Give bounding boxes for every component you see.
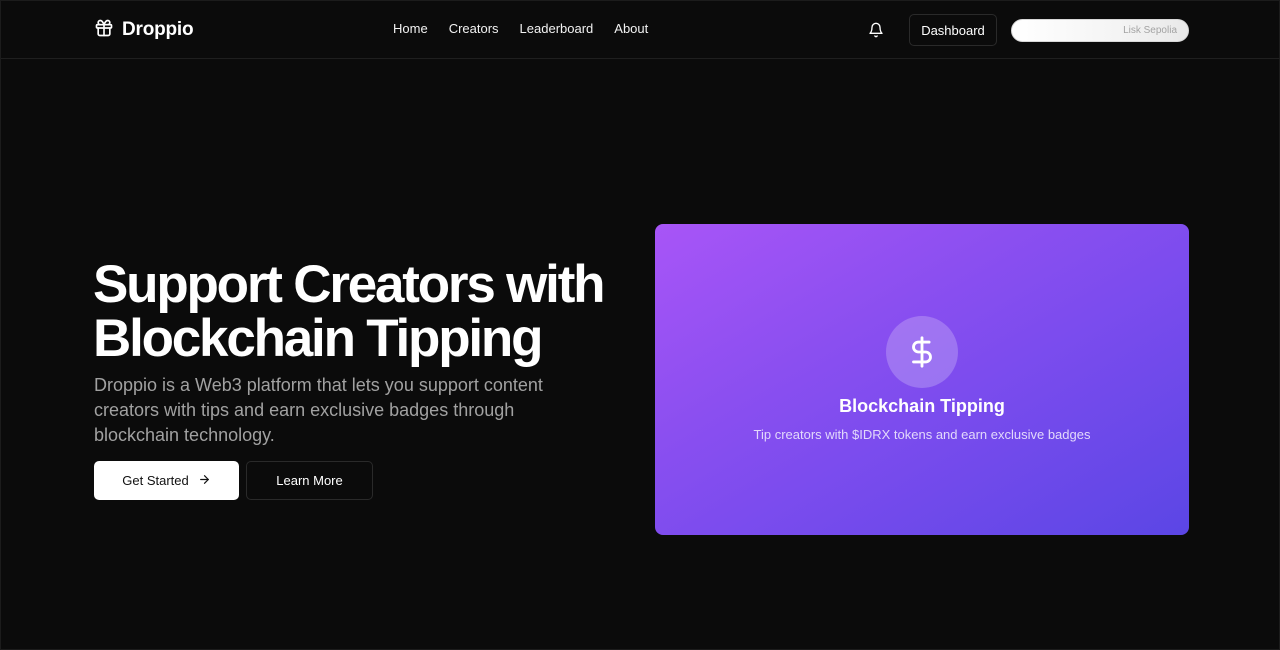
nav-about[interactable]: About bbox=[614, 21, 648, 36]
hero-title-line-2: Blockchain Tipping bbox=[93, 309, 543, 368]
dollar-icon bbox=[886, 316, 958, 388]
feature-card: Blockchain Tipping Tip creators with $ID… bbox=[655, 224, 1189, 535]
get-started-label: Get Started bbox=[122, 473, 189, 488]
learn-more-button[interactable]: Learn More bbox=[246, 461, 373, 500]
hero-title: Support Creators with Blockchain Tipping bbox=[93, 258, 653, 366]
brand-logo-link[interactable]: Droppio bbox=[94, 18, 194, 43]
bell-icon[interactable] bbox=[868, 22, 884, 38]
network-label: Lisk Sepolia bbox=[1123, 25, 1177, 36]
feature-card-subtitle: Tip creators with $IDRX tokens and earn … bbox=[753, 427, 1091, 442]
arrow-right-icon bbox=[198, 473, 211, 489]
top-navbar: Droppio Home Creators Leaderboard About … bbox=[1, 1, 1280, 59]
gift-icon bbox=[94, 18, 114, 43]
nav-leaderboard[interactable]: Leaderboard bbox=[520, 21, 594, 36]
nav-home[interactable]: Home bbox=[393, 21, 428, 36]
hero-description: Droppio is a Web3 platform that lets you… bbox=[94, 375, 543, 445]
feature-card-title: Blockchain Tipping bbox=[839, 396, 1005, 416]
nav-creators[interactable]: Creators bbox=[449, 21, 499, 36]
dashboard-button[interactable]: Dashboard bbox=[909, 14, 997, 46]
get-started-button[interactable]: Get Started bbox=[94, 461, 239, 500]
hero-title-line-1: Support Creators with bbox=[93, 255, 606, 314]
main-nav: Home Creators Leaderboard About bbox=[393, 21, 648, 36]
landing-page: Droppio Home Creators Leaderboard About … bbox=[0, 0, 1280, 650]
brand-name: Droppio bbox=[122, 19, 194, 40]
wallet-network-button[interactable]: Lisk Sepolia bbox=[1011, 19, 1189, 42]
